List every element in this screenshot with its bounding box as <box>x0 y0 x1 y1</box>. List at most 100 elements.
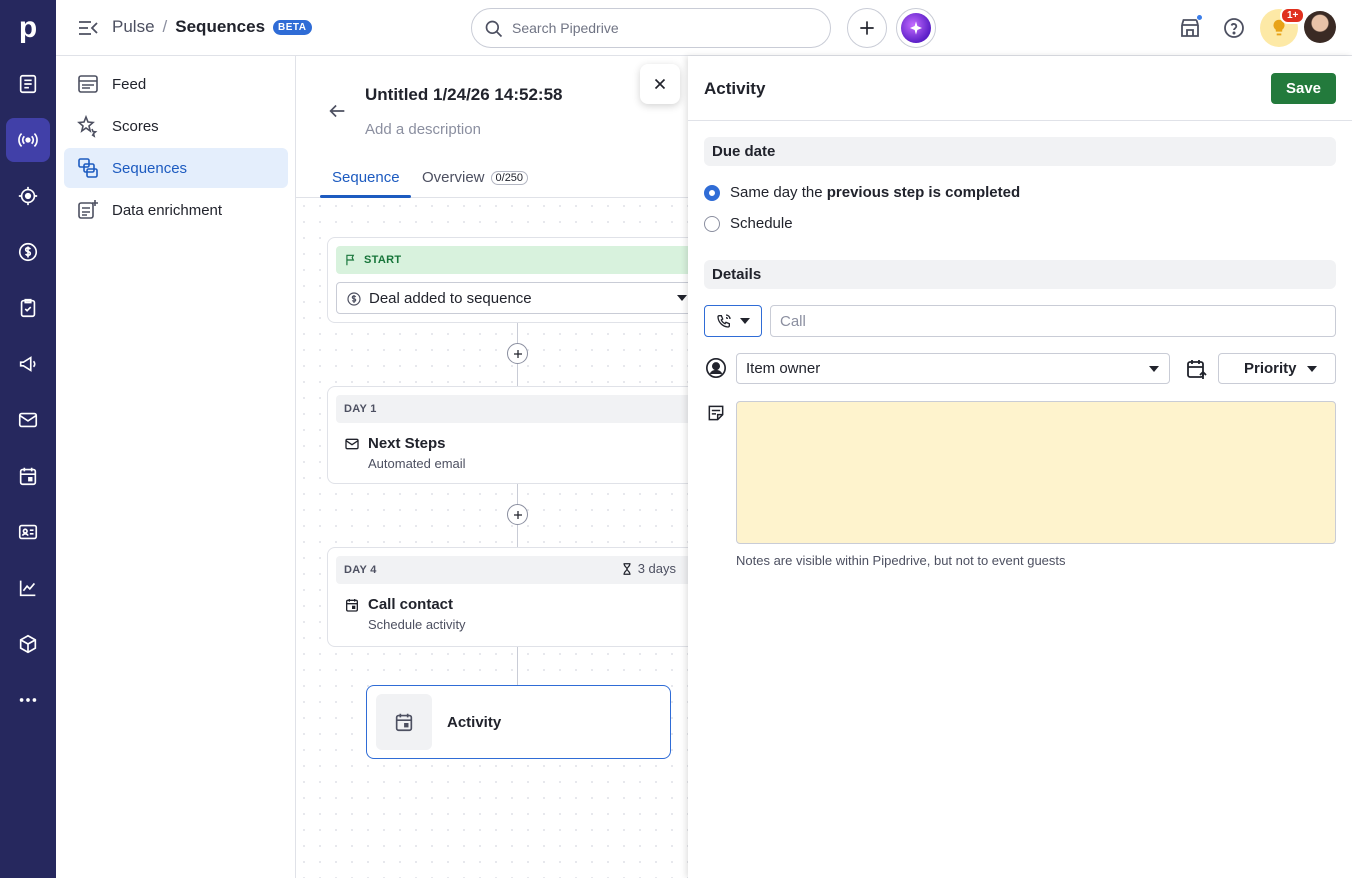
day-label: DAY 1 <box>344 403 377 415</box>
search-input[interactable]: Search Pipedrive <box>471 8 831 48</box>
tab-label: Overview <box>422 169 485 186</box>
sidebar-item-sequences[interactable]: Sequences <box>64 148 288 188</box>
option-prefix: Same day the <box>730 184 827 201</box>
trigger-value: Deal added to sequence <box>369 289 532 307</box>
step-row: Next Steps Automated email <box>328 423 688 471</box>
calendar-icon <box>346 599 358 612</box>
step-card[interactable]: DAY 1 Next Steps Automated email <box>327 386 688 484</box>
phone-icon <box>717 314 731 328</box>
new-activity-card[interactable]: Activity <box>366 685 671 759</box>
sidebar-item-label: Feed <box>112 75 147 93</box>
campaigns-icon[interactable] <box>6 342 50 386</box>
calendar-icon <box>376 694 432 750</box>
hourglass-icon <box>623 562 631 575</box>
note-icon <box>708 405 724 421</box>
panel-header: Activity Save <box>688 56 1352 121</box>
owner-select[interactable]: Item owner <box>736 353 1170 384</box>
pipedrive-logo[interactable]: p <box>0 0 56 56</box>
activities-icon[interactable] <box>6 286 50 330</box>
more-icon[interactable] <box>6 678 50 722</box>
breadcrumb-parent[interactable]: Pulse <box>112 17 155 37</box>
sidebar-item-label: Sequences <box>112 159 188 177</box>
quick-add-button[interactable] <box>847 8 887 48</box>
feed-icon <box>78 75 98 93</box>
step-name: Call contact <box>368 596 454 613</box>
insights-icon[interactable] <box>6 566 50 610</box>
pulse-icon[interactable] <box>6 118 50 162</box>
breadcrumb-current: Sequences <box>175 17 266 36</box>
target-icon[interactable] <box>6 174 50 218</box>
sequence-header: Untitled 1/24/26 14:52:58 Add a descript… <box>296 56 688 198</box>
step-card[interactable]: DAY 4 3 days Call contact Schedule activ… <box>327 547 688 647</box>
close-icon <box>654 78 666 90</box>
priority-select[interactable]: Priority <box>1218 353 1336 384</box>
active-tab-indicator <box>320 195 411 198</box>
details-section: Details <box>704 260 1336 289</box>
pulse-sidebar: Feed Scores Sequences Data enrichment <box>56 56 296 878</box>
close-panel-button[interactable] <box>640 64 680 104</box>
step-type: Schedule activity <box>368 617 466 632</box>
wait-label: 3 days <box>637 561 676 576</box>
help-icon[interactable] <box>1220 14 1248 42</box>
tips-badge: 1+ <box>1280 7 1306 24</box>
tab-overview[interactable]: Overview 0/250 <box>422 169 529 186</box>
chevron-down-icon <box>677 295 687 301</box>
due-same-day-option[interactable]: Same day the previous step is completed <box>704 184 1020 201</box>
search-icon <box>485 20 503 38</box>
app-rail: p <box>0 0 56 878</box>
user-circle-icon <box>706 358 726 378</box>
wait-duration: 3 days <box>620 561 676 576</box>
search-placeholder: Search Pipedrive <box>512 20 619 36</box>
plus-icon <box>860 21 874 35</box>
tips-button[interactable]: 1+ <box>1260 7 1306 47</box>
start-label: START <box>364 254 402 266</box>
calendar-icon[interactable] <box>6 454 50 498</box>
tab-sequence[interactable]: Sequence <box>332 169 400 186</box>
ai-assistant-button[interactable] <box>896 8 936 48</box>
chevron-down-icon <box>1149 366 1159 372</box>
due-schedule-option[interactable]: Schedule <box>704 215 793 232</box>
save-button[interactable]: Save <box>1271 73 1336 104</box>
start-card: START Deal added to sequence <box>327 237 688 323</box>
add-step-button[interactable] <box>507 343 528 364</box>
subject-input[interactable]: Call <box>770 305 1336 337</box>
activity-type-select[interactable] <box>704 305 762 337</box>
breadcrumb-separator: / <box>162 17 168 36</box>
sequence-title[interactable]: Untitled 1/24/26 14:52:58 <box>365 85 562 105</box>
tab-label: Sequence <box>332 169 400 186</box>
chevron-down-icon <box>1307 366 1317 372</box>
trigger-select[interactable]: Deal added to sequence <box>336 282 688 314</box>
add-step-button[interactable] <box>507 504 528 525</box>
new-activity-label: Activity <box>447 714 502 731</box>
sidebar-item-label: Data enrichment <box>112 201 223 219</box>
step-type: Automated email <box>368 456 466 471</box>
sequence-canvas: Untitled 1/24/26 14:52:58 Add a descript… <box>296 56 688 878</box>
sidebar-item-data-enrichment[interactable]: Data enrichment <box>64 190 288 230</box>
user-avatar[interactable] <box>1304 11 1336 43</box>
connector-line <box>517 646 518 686</box>
radio-same-day[interactable] <box>704 184 720 201</box>
data-enrichment-icon <box>78 200 98 219</box>
radio-schedule[interactable] <box>704 215 720 232</box>
note-hint: Notes are visible within Pipedrive, but … <box>736 553 1066 568</box>
priority-label: Priority <box>1244 360 1297 377</box>
option-label: Same day the previous step is completed <box>730 184 1020 201</box>
deals-icon[interactable] <box>6 230 50 274</box>
products-icon[interactable] <box>6 622 50 666</box>
sequences-icon <box>78 158 98 178</box>
day-label: DAY 4 <box>344 564 377 576</box>
back-arrow-icon[interactable] <box>326 100 348 122</box>
note-textarea[interactable] <box>736 401 1336 544</box>
option-label: Schedule <box>730 215 793 232</box>
sidebar-item-feed[interactable]: Feed <box>64 64 288 104</box>
menu-collapse-icon[interactable] <box>76 16 100 40</box>
sidebar-item-scores[interactable]: Scores <box>64 106 288 146</box>
flag-icon <box>346 254 355 266</box>
calendar-availability-icon[interactable] <box>1185 357 1209 381</box>
mail-icon[interactable] <box>6 398 50 442</box>
leads-icon[interactable] <box>6 62 50 106</box>
contacts-icon[interactable] <box>6 510 50 554</box>
sequence-description[interactable]: Add a description <box>365 121 481 138</box>
owner-value: Item owner <box>746 360 821 377</box>
due-date-section: Due date <box>704 137 1336 166</box>
